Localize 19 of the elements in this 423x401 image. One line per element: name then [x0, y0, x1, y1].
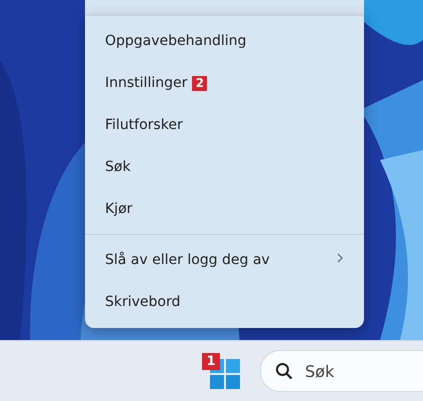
callout-badge: 2: [192, 76, 208, 90]
search-input[interactable]: Søk: [303, 360, 407, 382]
menu-item[interactable]: Skrivebord: [85, 281, 364, 323]
menu-item-label: Innstillinger: [105, 75, 188, 91]
menu-item-label: Søk: [105, 159, 131, 175]
menu-item[interactable]: Innstillinger 2: [85, 62, 364, 104]
menu-item-label: Skrivebord: [105, 294, 180, 310]
callout-badge: 1: [202, 353, 220, 370]
search-bar[interactable]: Søk: [260, 350, 423, 392]
menu-item[interactable]: Slå av eller logg deg av: [85, 239, 364, 281]
menu-item[interactable]: Søk: [85, 146, 364, 188]
search-icon: [275, 362, 293, 380]
menu-item-label: Slå av eller logg deg av: [105, 252, 270, 268]
menu-item[interactable]: Oppgavebehandling: [85, 20, 364, 62]
menu-item-label: Oppgavebehandling: [105, 33, 246, 49]
menu-item[interactable]: Kjør: [85, 188, 364, 230]
menu-item-label: Kjør: [105, 201, 132, 217]
menu-item-label: Filutforsker: [105, 117, 183, 133]
menu-item[interactable]: Filutforsker: [85, 104, 364, 146]
